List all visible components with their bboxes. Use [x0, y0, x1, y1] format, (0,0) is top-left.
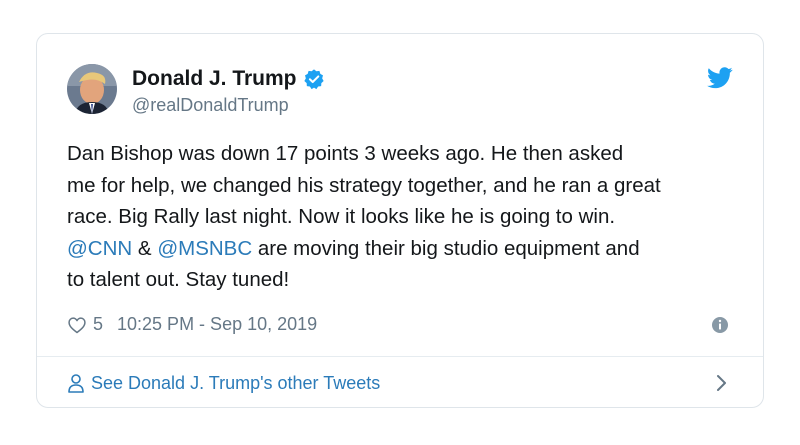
- tweet-text-fragment: &: [132, 236, 158, 260]
- other-tweets-link[interactable]: See Donald J. Trump's other Tweets: [67, 357, 733, 409]
- tweet-text-line: to talent out. Stay tuned!: [67, 268, 290, 291]
- tweet-card: Donald J. Trump @realDonaldTrump Dan Bis…: [36, 33, 764, 408]
- tweet-text-line: race. Big Rally last night. Now it looks…: [67, 205, 616, 228]
- mention-link-msnbc[interactable]: @MSNBC: [157, 237, 252, 260]
- tweet-text-fragment: are moving their big studio equipment an…: [252, 236, 640, 260]
- tweet-text-line: @CNN & @MSNBC are moving their big studi…: [67, 233, 747, 265]
- verified-badge-icon: [303, 68, 325, 90]
- other-tweets-label[interactable]: See Donald J. Trump's other Tweets: [91, 373, 380, 394]
- tweet-text-line: Dan Bishop was down 17 points 3 weeks ag…: [67, 142, 624, 165]
- mention-link-cnn[interactable]: @CNN: [67, 237, 132, 260]
- twitter-bird-icon[interactable]: [707, 67, 733, 89]
- info-icon[interactable]: [711, 316, 729, 334]
- chevron-right-icon[interactable]: [715, 374, 727, 392]
- person-icon: [67, 373, 85, 393]
- tweet-text: Dan Bishop was down 17 points 3 weeks ag…: [67, 138, 747, 296]
- avatar[interactable]: [67, 64, 117, 114]
- like-count[interactable]: 5: [93, 314, 103, 335]
- tweet-text-line: me for help, we changed his strategy tog…: [67, 173, 661, 197]
- author-handle[interactable]: @realDonaldTrump: [132, 94, 325, 116]
- heart-icon[interactable]: [67, 315, 87, 335]
- author-display-name[interactable]: Donald J. Trump: [132, 66, 297, 92]
- author-name-row[interactable]: Donald J. Trump: [132, 66, 325, 92]
- author-block[interactable]: Donald J. Trump @realDonaldTrump: [132, 66, 325, 116]
- tweet-meta: 5 10:25 PM - Sep 10, 2019: [67, 314, 317, 335]
- tweet-timestamp[interactable]: 10:25 PM - Sep 10, 2019: [117, 314, 317, 335]
